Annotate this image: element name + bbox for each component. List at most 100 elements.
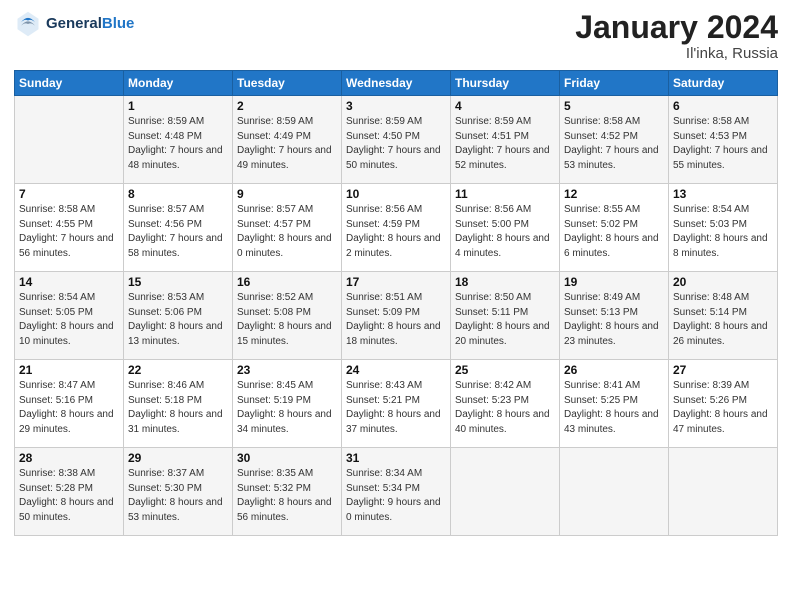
calendar-cell: 13 Sunrise: 8:54 AMSunset: 5:03 PMDayligh… <box>669 184 778 272</box>
day-info: Sunrise: 8:56 AMSunset: 4:59 PMDaylight:… <box>346 203 446 261</box>
day-number: 5 <box>564 99 664 113</box>
calendar-cell: 2 Sunrise: 8:59 AMSunset: 4:49 PMDaylight… <box>233 96 342 184</box>
day-number: 19 <box>564 275 664 289</box>
calendar-cell <box>451 448 560 536</box>
day-number: 7 <box>19 187 119 201</box>
day-info: Sunrise: 8:59 AMSunset: 4:50 PMDaylight:… <box>346 115 446 173</box>
day-number: 8 <box>128 187 228 201</box>
calendar-cell <box>15 96 124 184</box>
calendar-table: SundayMondayTuesdayWednesdayThursdayFrid… <box>14 70 778 536</box>
day-number: 23 <box>237 363 337 377</box>
col-header-wednesday: Wednesday <box>342 71 451 96</box>
calendar-cell: 10 Sunrise: 8:56 AMSunset: 4:59 PMDayligh… <box>342 184 451 272</box>
day-info: Sunrise: 8:57 AMSunset: 4:57 PMDaylight:… <box>237 203 337 261</box>
calendar-cell: 21 Sunrise: 8:47 AMSunset: 5:16 PMDayligh… <box>15 360 124 448</box>
day-info: Sunrise: 8:45 AMSunset: 5:19 PMDaylight:… <box>237 379 337 437</box>
calendar-cell: 12 Sunrise: 8:55 AMSunset: 5:02 PMDayligh… <box>560 184 669 272</box>
day-info: Sunrise: 8:39 AMSunset: 5:26 PMDaylight:… <box>673 379 773 437</box>
month-title: January 2024 <box>575 10 778 45</box>
week-row-5: 28Sunrise: 8:38 AMSunset: 5:28 PMDayligh… <box>15 448 778 536</box>
title-block: January 2024 Il'inka, Russia <box>575 10 778 62</box>
calendar-cell: 31Sunrise: 8:34 AMSunset: 5:34 PMDayligh… <box>342 448 451 536</box>
week-row-3: 14 Sunrise: 8:54 AMSunset: 5:05 PMDayligh… <box>15 272 778 360</box>
col-header-tuesday: Tuesday <box>233 71 342 96</box>
day-info: Sunrise: 8:59 AMSunset: 4:49 PMDaylight:… <box>237 115 337 173</box>
day-info: Sunrise: 8:38 AMSunset: 5:28 PMDaylight:… <box>19 467 119 525</box>
col-header-friday: Friday <box>560 71 669 96</box>
day-info: Sunrise: 8:51 AMSunset: 5:09 PMDaylight:… <box>346 291 446 349</box>
logo: GeneralBlue <box>14 10 134 38</box>
calendar-cell: 3 Sunrise: 8:59 AMSunset: 4:50 PMDaylight… <box>342 96 451 184</box>
day-info: Sunrise: 8:48 AMSunset: 5:14 PMDaylight:… <box>673 291 773 349</box>
day-info: Sunrise: 8:59 AMSunset: 4:51 PMDaylight:… <box>455 115 555 173</box>
calendar-cell: 17 Sunrise: 8:51 AMSunset: 5:09 PMDayligh… <box>342 272 451 360</box>
calendar-cell: 6Sunrise: 8:58 AMSunset: 4:53 PMDaylight… <box>669 96 778 184</box>
day-number: 16 <box>237 275 337 289</box>
day-info: Sunrise: 8:53 AMSunset: 5:06 PMDaylight:… <box>128 291 228 349</box>
day-number: 1 <box>128 99 228 113</box>
calendar-cell: 22Sunrise: 8:46 AMSunset: 5:18 PMDayligh… <box>124 360 233 448</box>
day-number: 29 <box>128 451 228 465</box>
calendar-cell: 1 Sunrise: 8:59 AMSunset: 4:48 PMDaylight… <box>124 96 233 184</box>
day-number: 20 <box>673 275 773 289</box>
logo-text: GeneralBlue <box>46 15 134 33</box>
calendar-cell: 4 Sunrise: 8:59 AMSunset: 4:51 PMDaylight… <box>451 96 560 184</box>
day-number: 30 <box>237 451 337 465</box>
calendar-cell: 16Sunrise: 8:52 AMSunset: 5:08 PMDayligh… <box>233 272 342 360</box>
day-number: 3 <box>346 99 446 113</box>
calendar-cell: 24 Sunrise: 8:43 AMSunset: 5:21 PMDayligh… <box>342 360 451 448</box>
day-info: Sunrise: 8:54 AMSunset: 5:03 PMDaylight:… <box>673 203 773 261</box>
day-number: 10 <box>346 187 446 201</box>
calendar-cell: 9 Sunrise: 8:57 AMSunset: 4:57 PMDaylight… <box>233 184 342 272</box>
day-number: 14 <box>19 275 119 289</box>
calendar-cell <box>560 448 669 536</box>
calendar-cell: 27 Sunrise: 8:39 AMSunset: 5:26 PMDayligh… <box>669 360 778 448</box>
day-info: Sunrise: 8:34 AMSunset: 5:34 PMDaylight:… <box>346 467 446 525</box>
day-number: 25 <box>455 363 555 377</box>
day-info: Sunrise: 8:41 AMSunset: 5:25 PMDaylight:… <box>564 379 664 437</box>
day-number: 17 <box>346 275 446 289</box>
day-info: Sunrise: 8:50 AMSunset: 5:11 PMDaylight:… <box>455 291 555 349</box>
calendar-cell: 8Sunrise: 8:57 AMSunset: 4:56 PMDaylight… <box>124 184 233 272</box>
day-number: 21 <box>19 363 119 377</box>
week-row-4: 21 Sunrise: 8:47 AMSunset: 5:16 PMDayligh… <box>15 360 778 448</box>
day-number: 12 <box>564 187 664 201</box>
calendar-cell: 14 Sunrise: 8:54 AMSunset: 5:05 PMDayligh… <box>15 272 124 360</box>
day-number: 27 <box>673 363 773 377</box>
day-info: Sunrise: 8:37 AMSunset: 5:30 PMDaylight:… <box>128 467 228 525</box>
subtitle: Il'inka, Russia <box>575 45 778 62</box>
day-info: Sunrise: 8:43 AMSunset: 5:21 PMDaylight:… <box>346 379 446 437</box>
day-number: 2 <box>237 99 337 113</box>
day-info: Sunrise: 8:47 AMSunset: 5:16 PMDaylight:… <box>19 379 119 437</box>
col-header-sunday: Sunday <box>15 71 124 96</box>
col-header-monday: Monday <box>124 71 233 96</box>
calendar-cell <box>669 448 778 536</box>
day-number: 15 <box>128 275 228 289</box>
calendar-cell: 20 Sunrise: 8:48 AMSunset: 5:14 PMDayligh… <box>669 272 778 360</box>
day-info: Sunrise: 8:59 AMSunset: 4:48 PMDaylight:… <box>128 115 228 173</box>
day-number: 9 <box>237 187 337 201</box>
day-info: Sunrise: 8:54 AMSunset: 5:05 PMDaylight:… <box>19 291 119 349</box>
calendar-cell: 26Sunrise: 8:41 AMSunset: 5:25 PMDayligh… <box>560 360 669 448</box>
calendar-cell: 25Sunrise: 8:42 AMSunset: 5:23 PMDayligh… <box>451 360 560 448</box>
calendar-cell: 7Sunrise: 8:58 AMSunset: 4:55 PMDaylight… <box>15 184 124 272</box>
calendar-cell: 18Sunrise: 8:50 AMSunset: 5:11 PMDayligh… <box>451 272 560 360</box>
logo-icon <box>14 10 42 38</box>
calendar-cell: 29 Sunrise: 8:37 AMSunset: 5:30 PMDayligh… <box>124 448 233 536</box>
calendar-body: 1 Sunrise: 8:59 AMSunset: 4:48 PMDaylight… <box>15 96 778 536</box>
day-number: 4 <box>455 99 555 113</box>
calendar-cell: 11 Sunrise: 8:56 AMSunset: 5:00 PMDayligh… <box>451 184 560 272</box>
calendar-cell: 30Sunrise: 8:35 AMSunset: 5:32 PMDayligh… <box>233 448 342 536</box>
week-row-2: 7Sunrise: 8:58 AMSunset: 4:55 PMDaylight… <box>15 184 778 272</box>
day-info: Sunrise: 8:55 AMSunset: 5:02 PMDaylight:… <box>564 203 664 261</box>
col-header-thursday: Thursday <box>451 71 560 96</box>
day-number: 13 <box>673 187 773 201</box>
day-info: Sunrise: 8:58 AMSunset: 4:52 PMDaylight:… <box>564 115 664 173</box>
day-number: 24 <box>346 363 446 377</box>
calendar-header-row: SundayMondayTuesdayWednesdayThursdayFrid… <box>15 71 778 96</box>
day-info: Sunrise: 8:58 AMSunset: 4:53 PMDaylight:… <box>673 115 773 173</box>
week-row-1: 1 Sunrise: 8:59 AMSunset: 4:48 PMDaylight… <box>15 96 778 184</box>
day-number: 11 <box>455 187 555 201</box>
calendar-cell: 28Sunrise: 8:38 AMSunset: 5:28 PMDayligh… <box>15 448 124 536</box>
day-info: Sunrise: 8:56 AMSunset: 5:00 PMDaylight:… <box>455 203 555 261</box>
